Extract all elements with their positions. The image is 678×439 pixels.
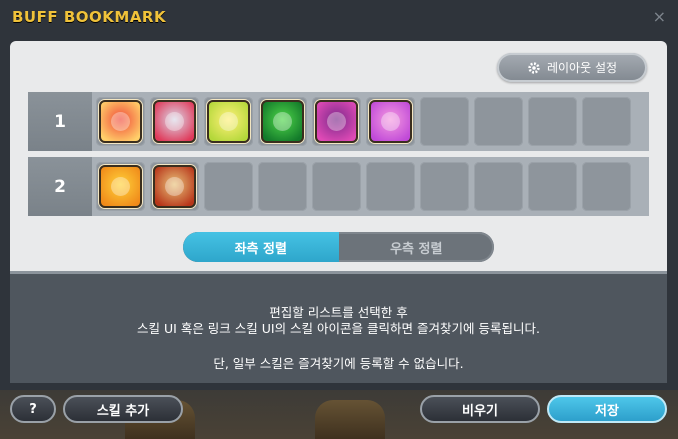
empty-skill-slot[interactable] <box>474 97 523 146</box>
skill-slot[interactable] <box>96 162 145 211</box>
phoenix-buff-icon[interactable] <box>153 165 196 208</box>
info-text-line2: 스킬 UI 혹은 링크 스킬 UI의 스킬 아이콘을 클릭하면 즐겨찾기에 등록… <box>137 321 540 336</box>
bookmark-row-2[interactable]: 2 <box>28 157 649 216</box>
save-button[interactable]: 저장 <box>547 395 667 423</box>
skill-slot[interactable] <box>96 97 145 146</box>
skill-slot[interactable] <box>258 97 307 146</box>
bookmark-row-1[interactable]: 1 <box>28 92 649 151</box>
skill-slot[interactable] <box>204 97 253 146</box>
golden-flame-buff-icon[interactable] <box>99 165 142 208</box>
layout-settings-button[interactable]: 레이아웃 설정 <box>497 53 647 82</box>
empty-skill-slot[interactable] <box>366 162 415 211</box>
skill-slot[interactable] <box>150 97 199 146</box>
empty-skill-slot[interactable] <box>474 162 523 211</box>
window-title: BUFF BOOKMARK <box>12 8 167 26</box>
info-text-line1: 편집할 리스트를 선택한 후 <box>269 305 408 320</box>
close-icon[interactable]: × <box>653 7 666 26</box>
background-decoration <box>315 400 385 439</box>
alignment-toggle: 좌측 정렬 우측 정렬 <box>183 232 494 262</box>
empty-skill-slot[interactable] <box>528 97 577 146</box>
empty-skill-slot[interactable] <box>258 162 307 211</box>
row-number: 1 <box>28 92 92 151</box>
help-button[interactable]: ? <box>10 395 56 423</box>
empty-skill-slot[interactable] <box>528 162 577 211</box>
pink-spirit-buff-icon[interactable] <box>369 100 412 143</box>
buff-bookmark-window: BUFF BOOKMARK × 레이아웃 설정 1 2 좌측 정렬 우측 정렬 … <box>0 0 678 439</box>
row-number: 2 <box>28 157 92 216</box>
align-left-button[interactable]: 좌측 정렬 <box>183 232 339 262</box>
gear-icon <box>528 61 540 74</box>
empty-skill-slot[interactable] <box>420 97 469 146</box>
layout-settings-label: 레이아웃 설정 <box>546 61 618 75</box>
empty-skill-slot[interactable] <box>582 162 631 211</box>
purple-eye-buff-icon[interactable] <box>315 100 358 143</box>
skill-slot[interactable] <box>312 97 361 146</box>
yellow-wings-buff-icon[interactable] <box>207 100 250 143</box>
info-text-line3: 단, 일부 스킬은 즐겨찾기에 등록할 수 없습니다. <box>213 356 464 371</box>
ring-buff-icon[interactable] <box>153 100 196 143</box>
info-panel: 편집할 리스트를 선택한 후 스킬 UI 혹은 링크 스킬 UI의 스킬 아이콘… <box>10 271 667 383</box>
align-right-button[interactable]: 우측 정렬 <box>339 232 495 262</box>
green-eye-buff-icon[interactable] <box>261 100 304 143</box>
row-slots <box>96 97 631 146</box>
clear-button[interactable]: 비우기 <box>420 395 540 423</box>
empty-skill-slot[interactable] <box>312 162 361 211</box>
skill-slot[interactable] <box>366 97 415 146</box>
empty-skill-slot[interactable] <box>582 97 631 146</box>
empty-skill-slot[interactable] <box>204 162 253 211</box>
add-skill-button[interactable]: 스킬 추가 <box>63 395 183 423</box>
empty-skill-slot[interactable] <box>420 162 469 211</box>
row-slots <box>96 162 631 211</box>
skill-slot[interactable] <box>150 162 199 211</box>
red-crest-buff-icon[interactable] <box>99 100 142 143</box>
